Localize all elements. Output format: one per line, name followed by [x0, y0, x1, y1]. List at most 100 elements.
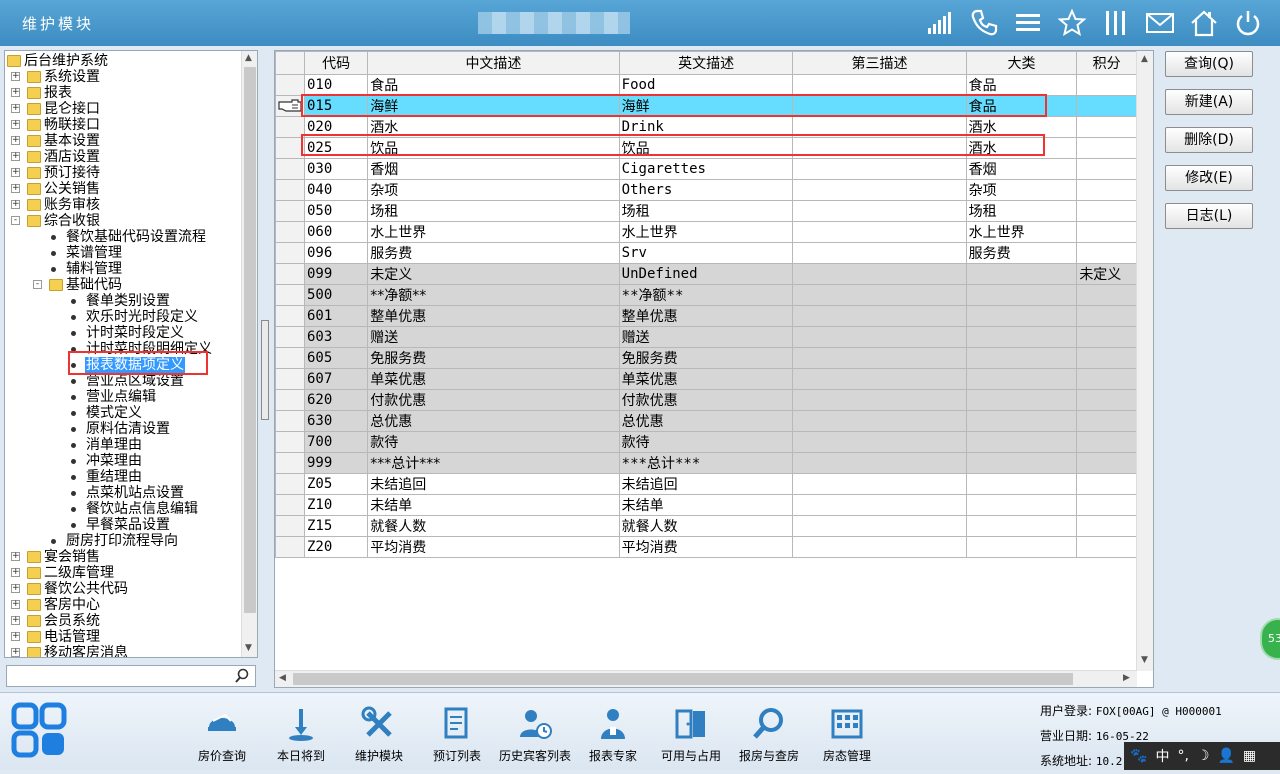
cell-third[interactable]: [792, 410, 967, 432]
cell-code[interactable]: 096: [303, 242, 369, 264]
expand-icon[interactable]: +: [11, 152, 20, 161]
tree-node-label[interactable]: 点菜机站点设置: [85, 485, 185, 501]
cell-category[interactable]: 食品: [965, 74, 1078, 96]
collapse-icon[interactable]: -: [11, 216, 20, 225]
tree-node-label[interactable]: 预订接待: [43, 165, 101, 181]
row-indicator[interactable]: [275, 536, 305, 558]
expand-icon[interactable]: +: [11, 168, 20, 177]
cell-chinese[interactable]: 整单优惠: [367, 305, 620, 327]
cell-category[interactable]: 香烟: [965, 158, 1078, 180]
collapse-icon[interactable]: -: [33, 280, 42, 289]
cell-third[interactable]: [792, 179, 967, 201]
tree-node-label[interactable]: 餐饮站点信息编辑: [85, 501, 199, 517]
cell-english[interactable]: 未结追回: [618, 473, 794, 495]
cell-category[interactable]: [965, 536, 1078, 558]
tree-node-label[interactable]: 餐单类别设置: [85, 293, 171, 309]
table-row[interactable]: 620 付款优惠 付款优惠: [275, 389, 1137, 411]
mail-icon[interactable]: [1144, 6, 1176, 40]
table-row[interactable]: 060 水上世界 水上世界 水上世界: [275, 221, 1137, 243]
expand-icon[interactable]: +: [11, 136, 20, 145]
cell-points[interactable]: [1076, 179, 1137, 201]
cell-points[interactable]: [1076, 200, 1137, 222]
column-header[interactable]: 代码: [303, 51, 369, 75]
edit-button[interactable]: 修改(E): [1165, 165, 1253, 191]
cell-points[interactable]: 未定义: [1076, 263, 1137, 285]
tree-search-input[interactable]: [6, 665, 256, 687]
cell-code[interactable]: 607: [303, 368, 369, 390]
row-indicator[interactable]: [275, 200, 305, 222]
cell-chinese[interactable]: 服务费: [367, 242, 620, 264]
table-row[interactable]: 096 服务费 Srv 服务费: [275, 242, 1137, 264]
delete-button[interactable]: 删除(D): [1165, 127, 1253, 153]
cell-code[interactable]: 605: [303, 347, 369, 369]
tree-node-label[interactable]: 基础代码: [65, 277, 123, 293]
cell-points[interactable]: [1076, 536, 1137, 558]
cell-category[interactable]: [965, 326, 1078, 348]
tree-node-label[interactable]: 冲菜理由: [85, 453, 143, 469]
cell-points[interactable]: [1076, 284, 1137, 306]
cell-category[interactable]: [965, 305, 1078, 327]
tree-node-label[interactable]: 餐饮公共代码: [43, 581, 129, 597]
cell-points[interactable]: [1076, 158, 1137, 180]
cell-english[interactable]: 赠送: [618, 326, 794, 348]
cell-category[interactable]: [965, 263, 1078, 285]
table-row[interactable]: 605 免服务费 免服务费: [275, 347, 1137, 369]
expand-icon[interactable]: +: [11, 568, 20, 577]
cell-chinese[interactable]: 场租: [367, 200, 620, 222]
cell-code[interactable]: 601: [303, 305, 369, 327]
expand-icon[interactable]: +: [11, 72, 20, 81]
cell-third[interactable]: [792, 368, 967, 390]
cell-third[interactable]: [792, 242, 967, 264]
grid-vertical-scrollbar[interactable]: ▲ ▼: [1136, 51, 1153, 671]
table-row[interactable]: Z20 平均消费 平均消费: [275, 536, 1137, 558]
table-row[interactable]: 630 总优惠 总优惠: [275, 410, 1137, 432]
cell-third[interactable]: [792, 284, 967, 306]
cell-points[interactable]: [1076, 368, 1137, 390]
cell-third[interactable]: [792, 263, 967, 285]
cell-category[interactable]: [965, 347, 1078, 369]
cell-code[interactable]: 999: [303, 452, 369, 474]
tree-node-label[interactable]: 系统设置: [43, 69, 101, 85]
tree-node-label[interactable]: 营业点区域设置: [85, 373, 185, 389]
tree-node-label[interactable]: 消单理由: [85, 437, 143, 453]
cell-category[interactable]: [965, 410, 1078, 432]
tree-scrollbar[interactable]: ▲ ▼: [241, 51, 257, 657]
expand-icon[interactable]: +: [11, 632, 20, 641]
table-row[interactable]: Z05 未结追回 未结追回: [275, 473, 1137, 495]
row-indicator[interactable]: [275, 431, 305, 453]
cell-chinese[interactable]: 杂项: [367, 179, 620, 201]
cell-english[interactable]: Food: [618, 74, 794, 96]
cell-third[interactable]: [792, 494, 967, 516]
log-button[interactable]: 日志(L): [1165, 203, 1253, 229]
cell-code[interactable]: 040: [303, 179, 369, 201]
cell-third[interactable]: [792, 452, 967, 474]
row-indicator[interactable]: [275, 284, 305, 306]
menu-icon[interactable]: [1012, 6, 1044, 40]
tree-scroll-thumb[interactable]: [244, 67, 256, 613]
cell-english[interactable]: Cigarettes: [618, 158, 794, 180]
table-row[interactable]: 050 场租 场租 场租: [275, 200, 1137, 222]
cell-points[interactable]: [1076, 389, 1137, 411]
cell-chinese[interactable]: 水上世界: [367, 221, 620, 243]
cell-english[interactable]: 款待: [618, 431, 794, 453]
cell-points[interactable]: [1076, 515, 1137, 537]
cell-category[interactable]: 杂项: [965, 179, 1078, 201]
cell-english[interactable]: 未结单: [618, 494, 794, 516]
cell-points[interactable]: [1076, 473, 1137, 495]
row-indicator[interactable]: [275, 515, 305, 537]
cell-points[interactable]: [1076, 74, 1137, 96]
expand-icon[interactable]: +: [11, 648, 20, 657]
tree-node-label[interactable]: 后台维护系统: [23, 53, 109, 69]
row-indicator[interactable]: [275, 158, 305, 180]
cell-category[interactable]: [965, 389, 1078, 411]
row-indicator[interactable]: [275, 221, 305, 243]
columns-icon[interactable]: [1100, 6, 1132, 40]
cell-points[interactable]: [1076, 452, 1137, 474]
notification-badge[interactable]: 53: [1260, 618, 1280, 660]
row-indicator[interactable]: [275, 242, 305, 264]
cell-third[interactable]: [792, 473, 967, 495]
cell-points[interactable]: [1076, 95, 1137, 117]
cell-code[interactable]: 603: [303, 326, 369, 348]
expand-icon[interactable]: +: [11, 88, 20, 97]
cell-code[interactable]: 060: [303, 221, 369, 243]
